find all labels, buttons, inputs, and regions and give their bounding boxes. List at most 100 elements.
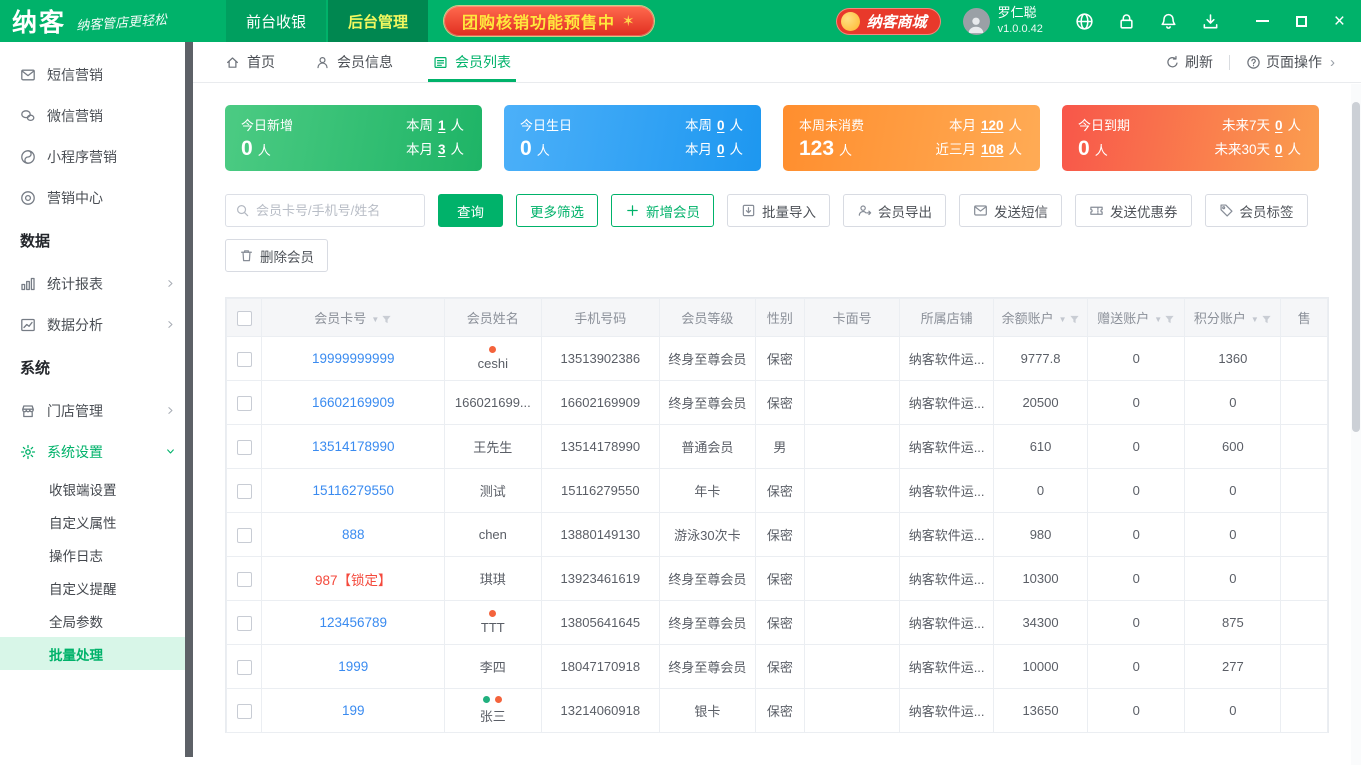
row-checkbox[interactable] [236, 615, 252, 631]
row-checkbox[interactable] [236, 351, 252, 367]
cell-select [226, 644, 263, 689]
sort-filter-icon[interactable]: ▼ [371, 314, 392, 325]
sidebar-scrollbar[interactable] [185, 42, 193, 757]
user-avatar[interactable] [962, 7, 990, 35]
sidebar-item-wechat-marketing[interactable]: 微信营销 [0, 95, 193, 136]
member-card-no-link[interactable]: 15116279550 [312, 483, 394, 498]
cell-store: 纳客软件运... [899, 468, 994, 513]
member-card-no-link[interactable]: 19999999999 [312, 351, 395, 366]
cell-card-face [803, 512, 901, 557]
refresh-label: 刷新 [1185, 54, 1213, 70]
scrollbar-thumb[interactable] [1352, 102, 1360, 432]
mall-badge-button[interactable]: 纳客商城 [835, 7, 941, 35]
lock-icon[interactable] [1117, 12, 1136, 31]
export-member-button[interactable]: 会员导出 [843, 194, 946, 227]
column-header-card_face: 卡面号 [803, 298, 901, 337]
member-name: 张三 [479, 709, 506, 724]
maximize-button[interactable] [1295, 15, 1307, 27]
tab-member-info[interactable]: 会员信息 [315, 42, 393, 82]
main-area: 首页 会员信息 会员列表 刷新 页面操作 › 今日新增 0 人 本周 1 人 本… [193, 42, 1361, 765]
search-input[interactable] [256, 203, 415, 218]
member-card-no-link[interactable]: 1999 [338, 659, 368, 674]
member-tag-button[interactable]: 会员标签 [1204, 194, 1308, 227]
top-nav: 前台收银 后台管理 [226, 0, 428, 42]
member-card-no-link[interactable]: 16602169909 [312, 395, 395, 410]
select-all-checkbox[interactable] [236, 310, 252, 326]
wechat-icon [20, 108, 36, 124]
sidebar-item-sms-marketing[interactable]: 短信营销 [0, 54, 193, 95]
tab-home[interactable]: 首页 [225, 42, 275, 82]
sidebar-item-data-analysis[interactable]: 数据分析 [0, 304, 193, 345]
row-checkbox[interactable] [236, 439, 252, 455]
member-toolbar-row2: 删除会员 [225, 239, 1337, 272]
sidebar-item-system-settings[interactable]: 系统设置 [0, 431, 193, 472]
tag-dot [483, 696, 491, 703]
report-icon [20, 276, 36, 292]
minimize-button[interactable] [1255, 20, 1269, 22]
row-checkbox[interactable] [236, 703, 252, 719]
search-box [225, 194, 425, 227]
globe-icon[interactable] [1075, 12, 1094, 31]
sidebar-item-store-management[interactable]: 门店管理 [0, 390, 193, 431]
cell-select [226, 468, 263, 513]
nav-front-cashier[interactable]: 前台收银 [226, 0, 326, 42]
sort-filter-icon[interactable]: ▼ [1059, 314, 1080, 325]
sms-icon [973, 203, 988, 218]
row-checkbox[interactable] [236, 571, 252, 587]
cell-card-no: 123456789 [261, 600, 446, 645]
cell-card-no: 1999 [261, 644, 446, 689]
sidebar-subitem-cashier-settings[interactable]: 收银端设置 [0, 472, 185, 505]
sidebar-item-miniapp-marketing[interactable]: 小程序营销 [0, 136, 193, 177]
tag-dot [495, 696, 503, 703]
sidebar-subitem-global-params[interactable]: 全局参数 [0, 604, 185, 637]
sidebar-subitem-custom-reminder[interactable]: 自定义提醒 [0, 571, 185, 604]
send-sms-button[interactable]: 发送短信 [959, 194, 1062, 227]
send-coupon-button[interactable]: 发送优惠券 [1075, 194, 1192, 227]
sidebar-subitem-operation-log[interactable]: 操作日志 [0, 538, 185, 571]
page-actions-label: 页面操作 [1266, 54, 1322, 70]
add-member-button[interactable]: 新增会员 [611, 194, 714, 227]
member-card-no-link[interactable]: 123456789 [319, 615, 387, 630]
sidebar-item-label: 统计报表 [47, 275, 103, 292]
page-actions-button[interactable]: 页面操作 › [1246, 52, 1335, 72]
cell-phone: 15116279550 [540, 468, 661, 513]
download-icon[interactable] [1201, 12, 1220, 31]
main-scrollbar[interactable] [1351, 84, 1361, 765]
sidebar-item-marketing-center[interactable]: 营销中心 [0, 177, 193, 218]
member-card-no-link[interactable]: 13514178990 [312, 439, 395, 454]
member-card-no-link[interactable]: 888 [342, 527, 365, 542]
sidebar-item-stat-report[interactable]: 统计报表 [0, 263, 193, 304]
more-filter-button[interactable]: 更多筛选 [516, 194, 598, 227]
sort-filter-icon[interactable]: ▼ [1251, 314, 1272, 325]
row-checkbox[interactable] [236, 659, 252, 675]
sidebar-subitem-batch-processing[interactable]: 批量处理 [0, 637, 185, 670]
batch-import-label: 批量导入 [762, 204, 816, 220]
cell-card-no: 13514178990 [261, 424, 446, 469]
row-checkbox[interactable] [236, 395, 252, 411]
cell-points: 1360 [1184, 336, 1282, 381]
tab-member-list[interactable]: 会员列表 [428, 42, 516, 82]
cell-select [226, 556, 263, 601]
delete-member-button[interactable]: 删除会员 [225, 239, 328, 272]
nav-backend-admin[interactable]: 后台管理 [328, 0, 428, 42]
sidebar-subitem-custom-attributes[interactable]: 自定义属性 [0, 505, 185, 538]
member-card-no-link[interactable]: 199 [342, 703, 365, 718]
bell-icon[interactable] [1159, 12, 1178, 31]
cell-points: 0 [1184, 512, 1282, 557]
sort-filter-icon[interactable]: ▼ [1154, 314, 1175, 325]
close-button[interactable]: × [1334, 12, 1345, 31]
refresh-button[interactable]: 刷新 [1165, 52, 1213, 72]
cell-sale [1280, 468, 1328, 513]
cell-card-no: 19999999999 [261, 336, 446, 381]
page-content: 今日新增 0人 本周 1 人 本月 3 人 今日生日 0人 本周 0 人 本月 … [193, 83, 1361, 765]
column-label: 赠送账户 [1097, 311, 1150, 326]
promo-banner[interactable]: 团购核销功能预售中 ✶ [444, 6, 654, 36]
member-card-no-link[interactable]: 987【锁定】 [315, 573, 392, 588]
cell-store: 纳客软件运... [899, 380, 994, 425]
cell-points: 0 [1184, 380, 1282, 425]
batch-import-button[interactable]: 批量导入 [727, 194, 830, 227]
row-checkbox[interactable] [236, 483, 252, 499]
row-checkbox[interactable] [236, 527, 252, 543]
query-button[interactable]: 查询 [438, 194, 503, 227]
member-name: TTT [480, 620, 505, 635]
